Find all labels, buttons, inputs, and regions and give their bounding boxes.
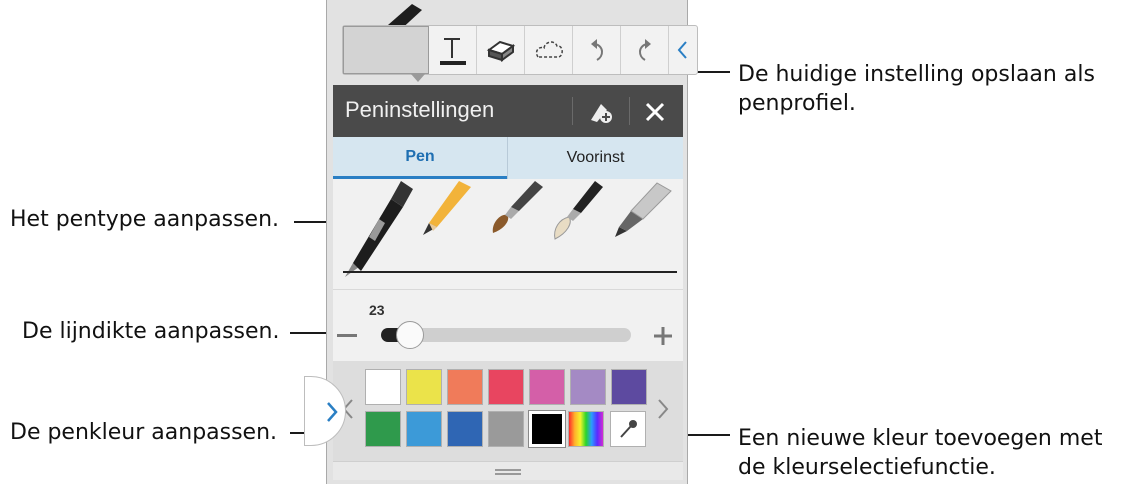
- redo-icon: [638, 39, 651, 61]
- panel-title: Peninstellingen: [345, 97, 495, 122]
- pen-type-calligraphy[interactable]: [547, 179, 607, 243]
- color-swatch[interactable]: [570, 369, 606, 405]
- pen-type-marker[interactable]: [609, 179, 679, 241]
- callout-new-color-line1: Een nieuwe kleur toevoegen met: [738, 426, 1103, 451]
- close-button[interactable]: [635, 95, 675, 129]
- leader-line-width: [290, 332, 326, 334]
- line-width-value: 23: [369, 302, 385, 318]
- line-width-control: 23: [333, 289, 683, 362]
- pen-tool-button[interactable]: [343, 26, 429, 74]
- pen-type-pencil[interactable]: [419, 179, 479, 239]
- header-divider: [572, 97, 573, 125]
- color-palette: [333, 361, 683, 480]
- header-divider: [629, 97, 630, 125]
- color-swatch[interactable]: [488, 411, 524, 447]
- lasso-icon: [535, 41, 563, 58]
- rainbow-spectrum-icon[interactable]: [568, 411, 604, 447]
- collapse-chevron-icon: [677, 41, 687, 59]
- color-swatch[interactable]: [529, 369, 565, 405]
- color-swatch[interactable]: [447, 411, 483, 447]
- eraser-tool-button[interactable]: [477, 26, 525, 74]
- handle-grip-line: [495, 473, 521, 475]
- callout-new-color-line2: de kleurselectiefunctie.: [738, 455, 996, 480]
- pen-type-ballpoint[interactable]: [339, 179, 419, 283]
- selected-tool-pointer: [411, 74, 425, 82]
- text-tool-icon: [439, 38, 466, 65]
- eyedropper-button[interactable]: [610, 411, 646, 447]
- tab-pen[interactable]: Pen: [333, 137, 507, 179]
- color-swatch[interactable]: [447, 369, 483, 405]
- eraser-icon: [486, 40, 515, 62]
- save-preset-icon: [591, 104, 612, 123]
- callout-pen-color: De penkleur aanpassen.: [10, 420, 278, 445]
- color-swatch[interactable]: [365, 369, 401, 405]
- callout-save-profile-line1: De huidige instelling opslaan als: [738, 62, 1095, 87]
- handle-grip-line: [495, 469, 521, 471]
- callout-line-width: De lijndikte aanpassen.: [22, 319, 280, 344]
- undo-icon: [590, 39, 603, 61]
- color-swatch[interactable]: [488, 369, 524, 405]
- color-swatch[interactable]: [528, 410, 566, 448]
- color-swatch[interactable]: [365, 411, 401, 447]
- tool-bar: [342, 25, 698, 75]
- leader-line-pen-type: [294, 221, 328, 223]
- close-icon: [645, 102, 665, 122]
- line-width-slider-thumb[interactable]: [396, 321, 424, 349]
- undo-button[interactable]: [573, 26, 621, 74]
- panel-header: Peninstellingen: [333, 85, 683, 137]
- line-width-slider[interactable]: [381, 321, 631, 349]
- color-swatch[interactable]: [611, 369, 647, 405]
- lasso-tool-button[interactable]: [525, 26, 573, 74]
- palette-next-arrow-icon[interactable]: [656, 397, 670, 421]
- decrease-width-button[interactable]: [337, 334, 357, 337]
- collapse-toolbar-button[interactable]: [669, 26, 697, 74]
- text-tool-button[interactable]: [429, 26, 477, 74]
- color-swatch[interactable]: [406, 411, 442, 447]
- pen-type-brush[interactable]: [487, 179, 547, 237]
- pen-preview-line: [343, 271, 677, 273]
- side-panel-chevron-icon: [327, 402, 338, 422]
- tab-bar: Pen Voorinst: [333, 137, 683, 179]
- increase-width-button[interactable]: [651, 324, 675, 348]
- eyedropper-icon: [620, 420, 637, 438]
- redo-button[interactable]: [621, 26, 669, 74]
- save-preset-button[interactable]: [581, 95, 621, 129]
- tab-preset[interactable]: Voorinst: [507, 137, 683, 179]
- callout-pen-type: Het pentype aanpassen.: [10, 207, 280, 232]
- panel-drag-handle[interactable]: [333, 461, 683, 480]
- color-swatch[interactable]: [406, 369, 442, 405]
- pen-settings-panel: Peninstellingen Pen Voorinst 23: [333, 85, 683, 480]
- callout-save-profile-line2: penprofiel.: [738, 91, 856, 116]
